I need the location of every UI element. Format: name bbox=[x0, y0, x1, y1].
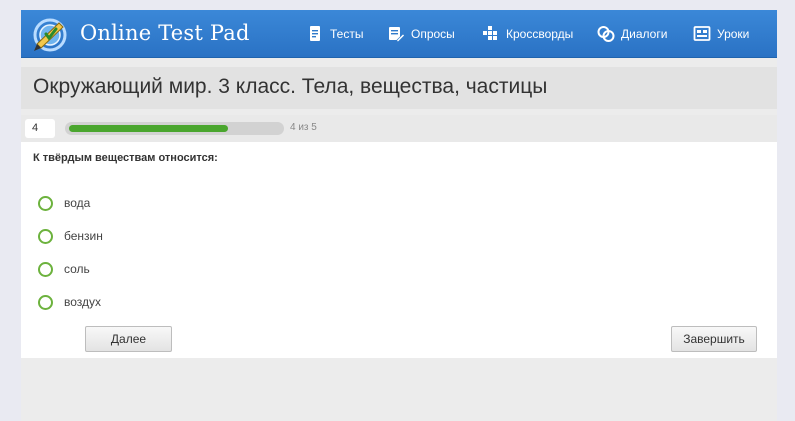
progress-fill bbox=[69, 125, 228, 132]
nav-label: Диалоги bbox=[621, 27, 668, 41]
finish-button[interactable]: Завершить bbox=[671, 326, 757, 352]
nav-label: Кроссворды bbox=[506, 27, 574, 41]
next-button[interactable]: Далее bbox=[85, 326, 172, 352]
answer-label: бензин bbox=[64, 229, 103, 243]
answer-label: воздух bbox=[64, 295, 102, 309]
radio-button[interactable] bbox=[38, 228, 53, 244]
document-icon bbox=[306, 25, 324, 43]
nav-item-dialogs[interactable]: Диалоги bbox=[597, 10, 667, 58]
question-text: К твёрдым веществам относится: bbox=[33, 152, 218, 164]
chat-bubbles-icon bbox=[597, 25, 615, 43]
outer-frame: Online Test Pad Тесты Опросы Кроссворды bbox=[0, 0, 795, 421]
poll-edit-icon bbox=[387, 25, 405, 43]
answer-label: вода bbox=[64, 196, 91, 210]
page-title: Окружающий мир. 3 класс. Тела, вещества,… bbox=[33, 75, 548, 98]
nav-label: Уроки bbox=[717, 27, 750, 41]
progress-bar bbox=[65, 122, 284, 135]
nav-item-tests[interactable]: Тесты bbox=[306, 10, 363, 58]
nav-label: Тесты bbox=[330, 27, 364, 41]
progress-counter: 4 из 5 bbox=[290, 122, 317, 133]
nav-label: Опросы bbox=[411, 27, 455, 41]
brand-name[interactable]: Online Test Pad bbox=[80, 21, 250, 45]
crossword-grid-icon bbox=[482, 25, 500, 43]
question-panel: 4 4 из 5 К твёрдым веществам относится: … bbox=[21, 115, 777, 358]
answer-option[interactable]: воздух bbox=[38, 292, 101, 312]
answer-option[interactable]: соль bbox=[38, 259, 90, 279]
radio-button[interactable] bbox=[38, 261, 53, 277]
logo-icon[interactable] bbox=[29, 14, 71, 54]
nav-item-crosswords[interactable]: Кроссворды bbox=[482, 10, 573, 58]
nav-item-lessons[interactable]: Уроки bbox=[693, 10, 749, 58]
page: Online Test Pad Тесты Опросы Кроссворды bbox=[21, 10, 777, 421]
lessons-board-icon bbox=[693, 25, 711, 43]
radio-button[interactable] bbox=[38, 195, 53, 211]
radio-button[interactable] bbox=[38, 294, 53, 310]
header-bar: Online Test Pad Тесты Опросы Кроссворды bbox=[21, 10, 777, 58]
answer-label: соль bbox=[64, 262, 90, 276]
nav-item-polls[interactable]: Опросы bbox=[387, 10, 455, 58]
progress-row: 4 4 из 5 bbox=[21, 115, 777, 142]
answer-option[interactable]: вода bbox=[38, 193, 90, 213]
answer-option[interactable]: бензин bbox=[38, 226, 103, 246]
question-number-badge: 4 bbox=[25, 119, 55, 138]
title-bar: Окружающий мир. 3 класс. Тела, вещества,… bbox=[21, 67, 777, 109]
